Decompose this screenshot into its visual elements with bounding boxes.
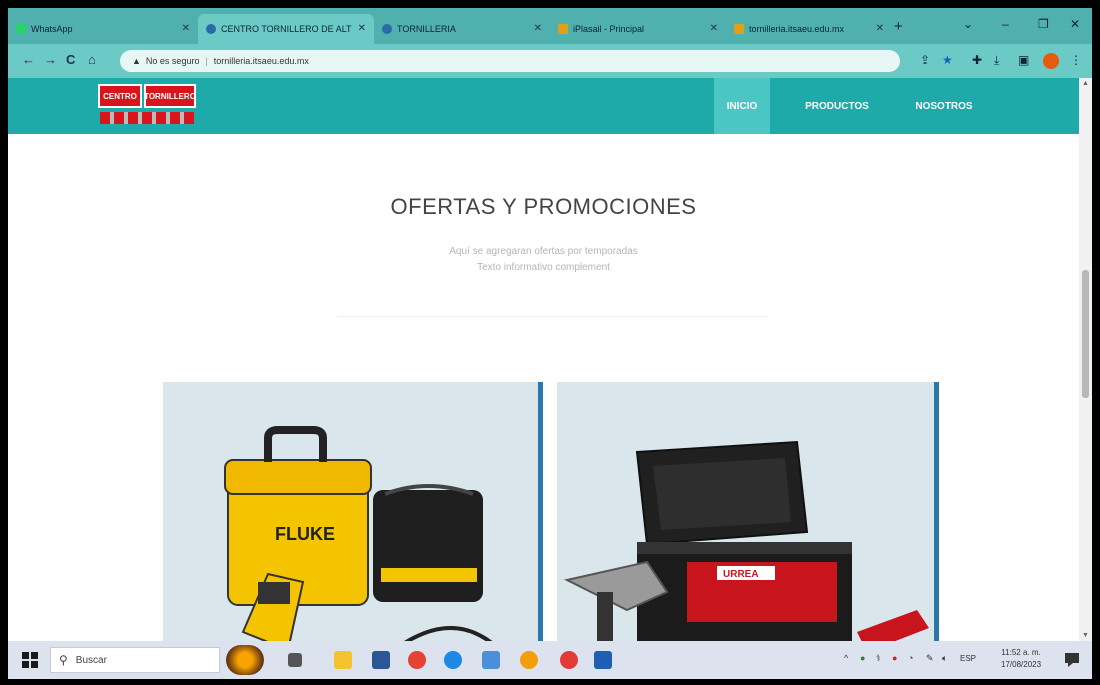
tab-label: CENTRO TORNILLERO DE ALT [221,24,352,34]
taskbar-search[interactable]: ⚲ Buscar [50,647,220,673]
promo-card-fluke[interactable]: FLUKE [163,382,543,641]
moodle-icon [558,24,568,34]
tab-tornilleria-itsaeu[interactable]: tornilleria.itsaeu.edu.mx ✕ [726,14,892,44]
logo-strip [100,112,194,124]
word-icon[interactable] [594,651,612,669]
file-explorer-icon[interactable] [334,651,352,669]
scroll-up-arrow-icon[interactable]: ▲ [1082,80,1089,87]
section-subtitle-line2: Texto informativo complement [477,262,610,273]
reload-button[interactable]: C [66,52,75,67]
menu-icon[interactable]: ⋮ [1070,53,1082,67]
logo-part2: TORNILLERO [144,84,196,108]
close-tab-icon[interactable]: ✕ [534,23,542,34]
profile-avatar[interactable] [1043,53,1059,69]
pen-icon[interactable]: ✎ [926,653,934,664]
close-tab-icon[interactable]: ✕ [710,23,718,34]
search-placeholder: Buscar [75,654,107,666]
app-icon[interactable] [482,651,500,669]
task-view-icon[interactable] [288,653,302,667]
separator: | [205,56,208,66]
globe-icon [382,24,392,34]
share-icon[interactable]: ⇪ [920,53,930,67]
wifi-icon[interactable]: ◔ [908,653,913,663]
product-brand: FLUKE [275,524,335,544]
site-logo[interactable]: CENTRO TORNILLERO [98,84,198,128]
tray-app-icon[interactable]: ● [860,653,865,663]
screen: WhatsApp ✕ CENTRO TORNILLERO DE ALT ✕ TO… [8,8,1092,679]
divider [338,316,768,317]
page-scrollbar[interactable]: ▲ ▼ [1079,78,1092,641]
forward-button[interactable]: → [44,52,57,67]
new-tab-button[interactable]: + [894,18,903,35]
extensions-icon[interactable]: ✚ [972,53,982,67]
side-panel-icon[interactable]: ▣ [1018,53,1029,67]
system-clock[interactable]: 11:52 a. m. 17/08/2023 [1001,647,1041,671]
globe-icon [206,24,216,34]
fluke-product-image: FLUKE [224,426,493,641]
download-icon[interactable]: ⤓ [994,53,999,68]
close-window-button[interactable]: ✕ [1070,17,1080,31]
warning-icon[interactable]: ▲ [132,56,141,66]
section-title: OFERTAS Y PROMOCIONES [390,194,697,219]
whatsapp-icon [16,24,26,34]
bookmark-star-icon[interactable]: ★ [942,53,953,67]
moodle-icon [734,24,744,34]
tab-whatsapp[interactable]: WhatsApp ✕ [8,14,198,44]
app-icon-2[interactable] [520,651,538,669]
network-icon[interactable]: ⚕ [876,653,881,664]
tab-iplasail[interactable]: iPlasail - Principal ✕ [550,14,726,44]
clock-date: 17/08/2023 [1001,660,1042,669]
promo-card-toolbox[interactable]: URREA [557,382,939,641]
back-button[interactable]: ← [22,52,35,67]
tab-label: WhatsApp [31,24,73,34]
windows-start-icon[interactable] [22,652,38,668]
page-content: OFERTAS Y PROMOCIONES Aquí se agregaran … [8,134,1079,641]
minimize-button[interactable]: – [1002,17,1009,31]
security-label: No es seguro [145,56,200,66]
search-icon: ⚲ [59,653,68,667]
close-tab-icon[interactable]: ✕ [876,23,884,34]
maximize-button[interactable]: ❐ [1038,17,1049,31]
edge-icon[interactable] [444,651,462,669]
nav-nosotros[interactable]: NOSOTROS [902,78,986,134]
logo-part1: CENTRO [98,84,142,108]
weather-widget-icon[interactable] [226,645,264,675]
nav-inicio[interactable]: INICIO [714,78,770,134]
clock-time: 11:52 a. m. [1001,648,1041,657]
nav-productos[interactable]: PRODUCTOS [796,78,878,134]
browser-tab-bar: WhatsApp ✕ CENTRO TORNILLERO DE ALT ✕ TO… [8,8,1092,44]
tray-chevron-icon[interactable]: ^ [844,653,848,663]
tab-label: iPlasail - Principal [573,24,645,34]
card-border [538,382,543,641]
toolbox-product-image: URREA [564,440,929,641]
tab-label: tornilleria.itsaeu.edu.mx [749,24,845,34]
chrome-profile-icon[interactable] [560,651,578,669]
scrollbar-thumb[interactable] [1082,270,1089,398]
browser-toolbar: ← → C ⌂ ▲ No es seguro | tornilleria.its… [8,44,1092,78]
home-button[interactable]: ⌂ [88,52,96,67]
close-tab-icon[interactable]: ✕ [182,23,190,34]
section-subtitle-line1: Aquí se agregaran ofertas por temporadas [449,246,638,257]
url-text: tornilleria.itsaeu.edu.mx [213,56,309,66]
site-navbar: CENTRO TORNILLERO INICIO PRODUCTOS NOSOT… [8,78,1079,134]
volume-icon[interactable]: 🔈︎ [942,653,947,664]
store-icon[interactable] [372,651,390,669]
tab-label: TORNILLERIA [397,24,456,34]
product-brand: URREA [723,569,759,580]
scroll-down-arrow-icon[interactable]: ▼ [1082,632,1089,639]
tray-app-icon-2[interactable]: ● [892,653,897,663]
tab-tornilleria[interactable]: TORNILLERIA ✕ [374,14,550,44]
address-bar[interactable]: ▲ No es seguro | tornilleria.itsaeu.edu.… [120,50,900,72]
tab-centro-tornillero[interactable]: CENTRO TORNILLERO DE ALT ✕ [198,14,374,44]
card-border [934,382,939,641]
close-tab-icon[interactable]: ✕ [358,23,366,34]
notification-icon[interactable] [1064,651,1080,667]
windows-taskbar: ⚲ Buscar ^ ● ⚕ ● ◔ ✎ 🔈︎ ESP 11:52 a. m. … [8,641,1092,679]
chrome-icon[interactable] [408,651,426,669]
tab-search-icon[interactable]: ⌄ [963,17,973,31]
language-indicator[interactable]: ESP [960,654,976,663]
